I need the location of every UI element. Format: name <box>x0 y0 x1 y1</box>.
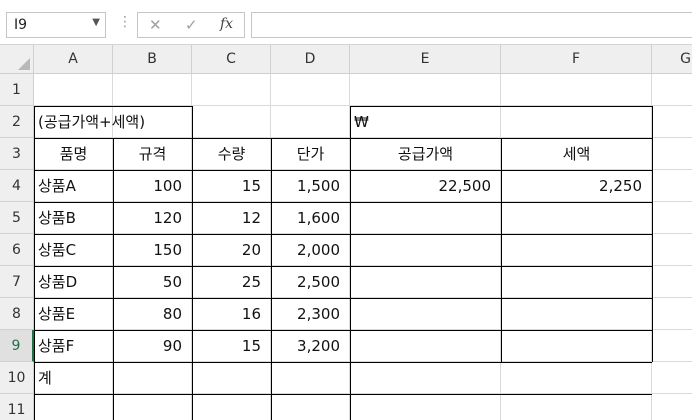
table-border <box>652 106 653 362</box>
column-header-e[interactable]: E <box>350 45 501 74</box>
select-all-button[interactable] <box>0 45 34 74</box>
cell-a3[interactable]: 품명 <box>34 138 113 170</box>
formula-buttons: ✕ ✓ fx <box>137 12 245 38</box>
cell-b3[interactable]: 규격 <box>113 138 192 170</box>
cell-c7[interactable]: 25 <box>192 266 271 298</box>
cell-c6[interactable]: 20 <box>192 234 271 266</box>
cell-a9[interactable]: 상품F <box>34 330 113 362</box>
chevron-down-icon[interactable]: ▼ <box>92 17 100 28</box>
cell-b6[interactable]: 150 <box>113 234 192 266</box>
cell-c4[interactable]: 15 <box>192 170 271 202</box>
table-border <box>34 170 652 171</box>
row-header-9[interactable]: 9 <box>0 330 34 362</box>
cell-d5[interactable]: 1,600 <box>271 202 350 234</box>
cell-e3[interactable]: 공급가액 <box>350 138 501 170</box>
cell-c8[interactable]: 16 <box>192 298 271 330</box>
table-border <box>34 394 652 395</box>
cell-e2[interactable]: ₩ <box>350 106 501 138</box>
cell-c9[interactable]: 15 <box>192 330 271 362</box>
table-border <box>34 234 652 235</box>
row-header-6[interactable]: 6 <box>0 234 34 266</box>
cell-f4[interactable]: 2,250 <box>501 170 652 202</box>
cancel-icon[interactable]: ✕ <box>149 16 162 34</box>
cell-d9[interactable]: 3,200 <box>271 330 350 362</box>
table-border <box>34 106 192 107</box>
table-border <box>501 138 502 362</box>
cell-a2[interactable]: (공급가액+세액) <box>34 106 145 138</box>
enter-icon[interactable]: ✓ <box>185 16 198 34</box>
cell-a6[interactable]: 상품C <box>34 234 113 266</box>
row-header-2[interactable]: 2 <box>0 106 34 138</box>
table-border <box>192 106 193 420</box>
table-border <box>34 330 652 331</box>
cell-d8[interactable]: 2,300 <box>271 298 350 330</box>
table-border <box>271 138 272 420</box>
cell-f3[interactable]: 세액 <box>501 138 652 170</box>
column-header-b[interactable]: B <box>113 45 192 74</box>
table-border <box>34 266 652 267</box>
table-border <box>34 202 652 203</box>
cell-d6[interactable]: 2,000 <box>271 234 350 266</box>
row-header-1[interactable]: 1 <box>0 74 34 106</box>
drag-handle-icon[interactable]: ⋮ <box>118 14 132 30</box>
cell-d4[interactable]: 1,500 <box>271 170 350 202</box>
row-header-3[interactable]: 3 <box>0 138 34 170</box>
column-header-a[interactable]: A <box>34 45 113 74</box>
cell-a10[interactable]: 계 <box>34 362 113 394</box>
formula-bar: I9 ▼ ⋮ ✕ ✓ fx <box>0 0 692 45</box>
cell-e4[interactable]: 22,500 <box>350 170 501 202</box>
name-box[interactable]: I9 ▼ <box>6 12 106 38</box>
cell-b5[interactable]: 120 <box>113 202 192 234</box>
cell-d3[interactable]: 단가 <box>271 138 350 170</box>
row-header-7[interactable]: 7 <box>0 266 34 298</box>
table-border <box>34 138 652 139</box>
cell-a4[interactable]: 상품A <box>34 170 113 202</box>
cell-b7[interactable]: 50 <box>113 266 192 298</box>
select-all-icon <box>18 58 30 70</box>
column-header-g[interactable]: G <box>652 45 692 74</box>
row-header-11[interactable]: 11 <box>0 394 34 420</box>
row-header-5[interactable]: 5 <box>0 202 34 234</box>
cell-b4[interactable]: 100 <box>113 170 192 202</box>
row-header-8[interactable]: 8 <box>0 298 34 330</box>
cell-a5[interactable]: 상품B <box>34 202 113 234</box>
spreadsheet-grid[interactable]: A B C D E F G 1 2 3 4 5 6 7 8 9 10 11 (공급가액+세액) ₩ 품명 규격 수량 단가 공급… <box>0 45 692 420</box>
table-border <box>34 106 35 420</box>
cell-a7[interactable]: 상품D <box>34 266 113 298</box>
table-border <box>34 298 652 299</box>
cell-a8[interactable]: 상품E <box>34 298 113 330</box>
table-border <box>350 106 351 420</box>
row-header-4[interactable]: 4 <box>0 170 34 202</box>
name-box-value: I9 <box>14 17 28 33</box>
table-border <box>113 138 114 420</box>
formula-input[interactable] <box>251 12 692 38</box>
cell-d7[interactable]: 2,500 <box>271 266 350 298</box>
table-border <box>350 106 652 107</box>
column-header-f[interactable]: F <box>501 45 652 74</box>
column-header-c[interactable]: C <box>192 45 271 74</box>
cell-b9[interactable]: 90 <box>113 330 192 362</box>
table-border <box>34 362 652 363</box>
cell-c3[interactable]: 수량 <box>192 138 271 170</box>
column-header-d[interactable]: D <box>271 45 350 74</box>
insert-function-icon[interactable]: fx <box>220 16 233 32</box>
cell-b8[interactable]: 80 <box>113 298 192 330</box>
cell-c5[interactable]: 12 <box>192 202 271 234</box>
row-header-10[interactable]: 10 <box>0 362 34 394</box>
